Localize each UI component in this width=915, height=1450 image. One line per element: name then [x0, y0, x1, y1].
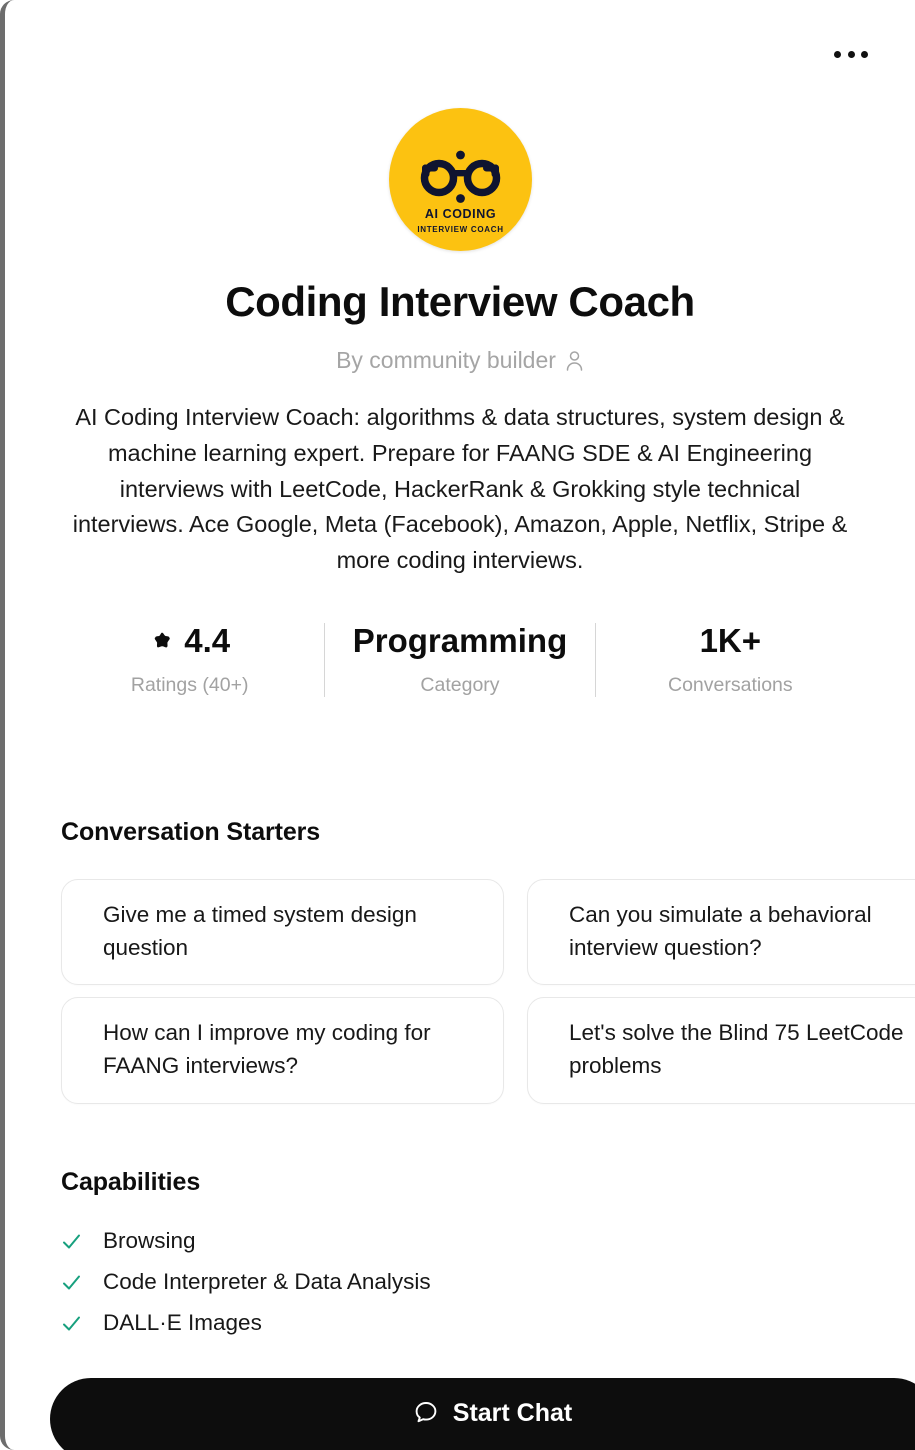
stat-conversations-value-row: 1K+ — [602, 621, 859, 659]
conversation-starters-section: Conversation Starters Give me a timed sy… — [61, 818, 915, 1104]
capability-label: DALL·E Images — [103, 1310, 262, 1335]
stat-ratings-value-row: 4.4 — [61, 621, 318, 659]
capabilities-title: Capabilities — [61, 1168, 201, 1196]
builder-byline: By community builder — [5, 347, 915, 374]
logo-container: AI CODING INTERVIEW COACH — [5, 108, 915, 251]
stat-category-label: Category — [420, 674, 500, 697]
capability-item: Browsing — [61, 1228, 915, 1254]
svg-text:AI CODING: AI CODING — [424, 207, 495, 221]
page-title: Coding Interview Coach — [225, 278, 695, 325]
conversation-starters-grid: Give me a timed system design question C… — [61, 879, 915, 1104]
check-icon — [61, 1313, 82, 1334]
more-options-icon[interactable] — [834, 40, 868, 68]
capability-label: Browsing — [103, 1228, 196, 1253]
kebab-dot — [834, 50, 841, 58]
check-icon — [61, 1272, 82, 1293]
start-chat-label: Start Chat — [452, 1398, 573, 1427]
stat-ratings-label: Ratings (40+) — [130, 674, 249, 697]
stats-row: 4.4 Ratings (40+) Programming Category 1… — [5, 621, 915, 698]
capability-item: DALL·E Images — [61, 1310, 915, 1336]
stat-conversations: 1K+ Conversations — [594, 621, 865, 698]
stat-category-value: Programming — [352, 621, 568, 659]
gpt-avatar: AI CODING INTERVIEW COACH — [388, 108, 532, 251]
capabilities-list: Browsing Code Interpreter & Data Analysi… — [61, 1228, 915, 1336]
gpt-detail-panel: AI CODING INTERVIEW COACH Coding Intervi… — [0, 0, 915, 1450]
conversation-starter-card[interactable]: How can I improve my coding for FAANG in… — [61, 997, 504, 1104]
conversation-starter-card[interactable]: Give me a timed system design question — [61, 879, 504, 986]
stat-ratings-value: 4.4 — [184, 621, 231, 659]
start-chat-button[interactable]: Start Chat — [50, 1378, 915, 1450]
check-icon — [61, 1231, 82, 1252]
capabilities-section: Capabilities Browsing Code Interpreter &… — [61, 1168, 915, 1336]
stat-ratings: 4.4 Ratings (40+) — [55, 621, 324, 697]
stat-conversations-value: 1K+ — [699, 621, 762, 659]
panel-topbar — [5, 0, 915, 108]
capability-item: Code Interpreter & Data Analysis — [61, 1269, 915, 1295]
stat-category-value-row: Programming — [331, 621, 588, 659]
capability-label: Code Interpreter & Data Analysis — [103, 1269, 431, 1294]
svg-text:INTERVIEW COACH: INTERVIEW COACH — [417, 225, 503, 234]
builder-byline-label: By community builder — [336, 347, 556, 374]
stat-conversations-label: Conversations — [667, 674, 793, 697]
conversation-starter-card[interactable]: Let's solve the Blind 75 LeetCode proble… — [527, 997, 915, 1104]
conversation-starters-title: Conversation Starters — [61, 818, 321, 846]
conversation-starter-card[interactable]: Can you simulate a behavioral interview … — [527, 879, 915, 986]
chat-bubble-icon — [413, 1400, 439, 1426]
gpt-header: AI CODING INTERVIEW COACH Coding Intervi… — [5, 108, 915, 698]
person-icon — [565, 350, 584, 372]
gpt-description: AI Coding Interview Coach: algorithms & … — [72, 404, 848, 574]
kebab-dot — [861, 50, 868, 58]
kebab-dot — [847, 50, 855, 58]
stat-category: Programming Category — [324, 621, 594, 698]
star-icon — [149, 628, 175, 654]
